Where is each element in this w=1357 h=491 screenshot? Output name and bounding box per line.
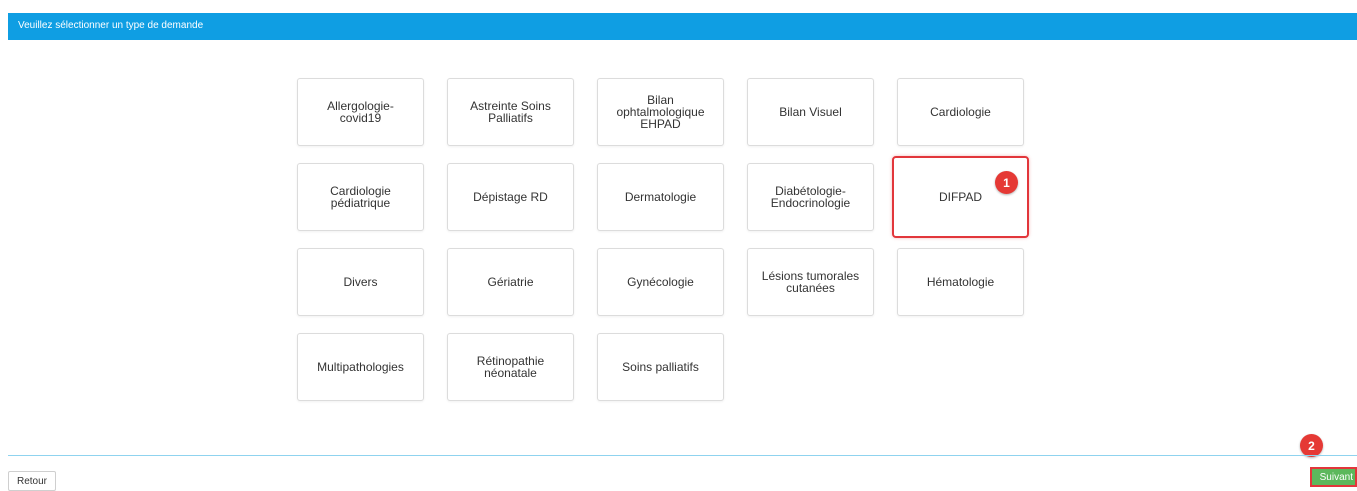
tile-label: DIFPAD [938, 190, 983, 204]
tile-label: Diabétologie- Endocrinologie [770, 184, 851, 210]
annotation-badge-2: 2 [1300, 434, 1323, 457]
tile-gynecologie[interactable]: Gynécologie [597, 248, 724, 316]
tile-cardiologie[interactable]: Cardiologie [897, 78, 1024, 146]
tile-label: Dépistage RD [473, 190, 548, 204]
header-bar: Veuillez sélectionner un type de demande [8, 13, 1357, 40]
tile-astreinte-soins-palliatifs[interactable]: Astreinte Soins Palliatifs [447, 78, 574, 146]
tile-dermatologie[interactable]: Dermatologie [597, 163, 724, 231]
tile-label: Dermatologie [624, 190, 697, 204]
tile-depistage-rd[interactable]: Dépistage RD [447, 163, 574, 231]
page-title: Veuillez sélectionner un type de demande [18, 20, 204, 31]
tile-geriatrie[interactable]: Gériatrie [447, 248, 574, 316]
back-button[interactable]: Retour [8, 471, 56, 491]
tile-label: Gynécologie [627, 275, 694, 289]
tile-label: Multipathologies [317, 360, 404, 374]
tile-retinopathie-neonatale[interactable]: Rétinopathie néonatale [447, 333, 574, 401]
tile-bilan-ophtalmologique-ehpad[interactable]: Bilan ophtalmologique EHPAD [597, 78, 724, 146]
tile-label: Gériatrie [487, 275, 534, 289]
tile-soins-palliatifs[interactable]: Soins palliatifs [597, 333, 724, 401]
tile-difpad[interactable]: DIFPAD [892, 156, 1029, 238]
tile-cardiologie-pediatrique[interactable]: Cardiologie pédiatrique [297, 163, 424, 231]
tile-label: Bilan ophtalmologique EHPAD [616, 93, 705, 131]
tile-label: Hématologie [926, 275, 995, 289]
tile-label: Cardiologie pédiatrique [330, 184, 391, 210]
tile-label: Divers [343, 275, 378, 289]
tile-hematologie[interactable]: Hématologie [897, 248, 1024, 316]
footer-divider [8, 455, 1357, 456]
tile-label: Astreinte Soins Palliatifs [470, 99, 551, 125]
tile-label: Allergologie- covid19 [327, 99, 394, 125]
annotation-badge-1: 1 [995, 171, 1018, 194]
tile-diabetologie-endocrinologie[interactable]: Diabétologie- Endocrinologie [747, 163, 874, 231]
tile-label: Cardiologie [930, 105, 991, 119]
next-button[interactable]: Suivant [1310, 467, 1357, 487]
tile-label: Lésions tumorales cutanées [761, 269, 860, 295]
tile-multipathologies[interactable]: Multipathologies [297, 333, 424, 401]
tile-label: Rétinopathie néonatale [476, 354, 545, 380]
tile-bilan-visuel[interactable]: Bilan Visuel [747, 78, 874, 146]
tile-label: Bilan Visuel [779, 105, 842, 119]
tile-label: Soins palliatifs [622, 360, 699, 374]
tile-allergologie-covid19[interactable]: Allergologie- covid19 [297, 78, 424, 146]
tile-lesions-tumorales-cutanees[interactable]: Lésions tumorales cutanées [747, 248, 874, 316]
tile-divers[interactable]: Divers [297, 248, 424, 316]
